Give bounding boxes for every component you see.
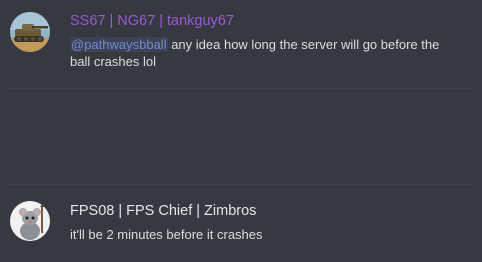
chat-message-list: SS67 | NG67 | tankguy67 @pathwaysbball a… <box>0 0 482 262</box>
message-divider <box>10 88 472 89</box>
message-text: it'll be 2 minutes before it crashes <box>70 227 263 242</box>
message-author[interactable]: SS67 | NG67 | tankguy67 <box>70 12 472 30</box>
rat-avatar-icon <box>10 201 50 241</box>
message-divider <box>10 184 472 185</box>
message-content: SS67 | NG67 | tankguy67 @pathwaysbball a… <box>70 12 472 70</box>
message-content: FPS08 | FPS Chief | Zimbros it'll be 2 m… <box>70 202 472 243</box>
user-mention[interactable]: @pathwaysbball <box>70 37 168 52</box>
message-author[interactable]: FPS08 | FPS Chief | Zimbros <box>70 202 472 220</box>
tank-avatar-icon <box>10 12 50 52</box>
message-text: @pathwaysbball any idea how long the ser… <box>70 36 450 70</box>
tank-avatar[interactable] <box>10 12 50 52</box>
rat-avatar[interactable] <box>10 201 50 241</box>
